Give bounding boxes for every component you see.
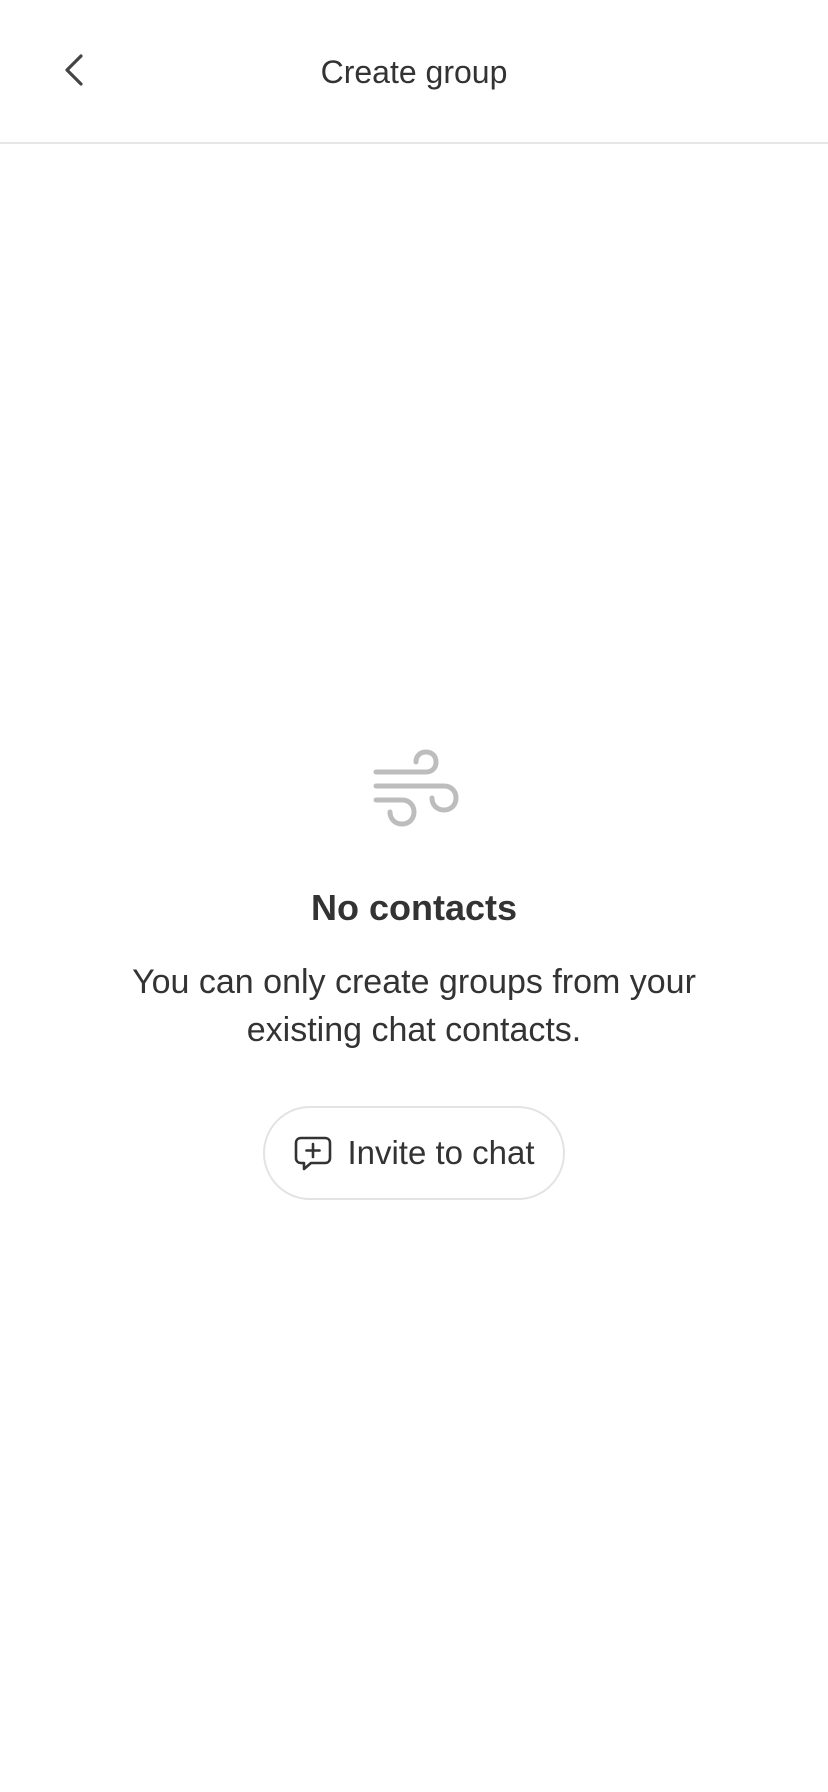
invite-button-label: Invite to chat — [347, 1134, 535, 1171]
empty-title: No contacts — [310, 887, 518, 928]
page-title: Create group — [320, 54, 508, 90]
invite-to-chat-button[interactable]: Invite to chat — [263, 1106, 565, 1200]
wind-icon — [366, 740, 462, 836]
chat-plus-icon — [293, 1133, 333, 1173]
top-bar: Create group — [0, 0, 828, 144]
empty-state: No contacts You can only create groups f… — [0, 740, 828, 1200]
empty-description: You can only create groups from your exi… — [132, 963, 696, 1049]
